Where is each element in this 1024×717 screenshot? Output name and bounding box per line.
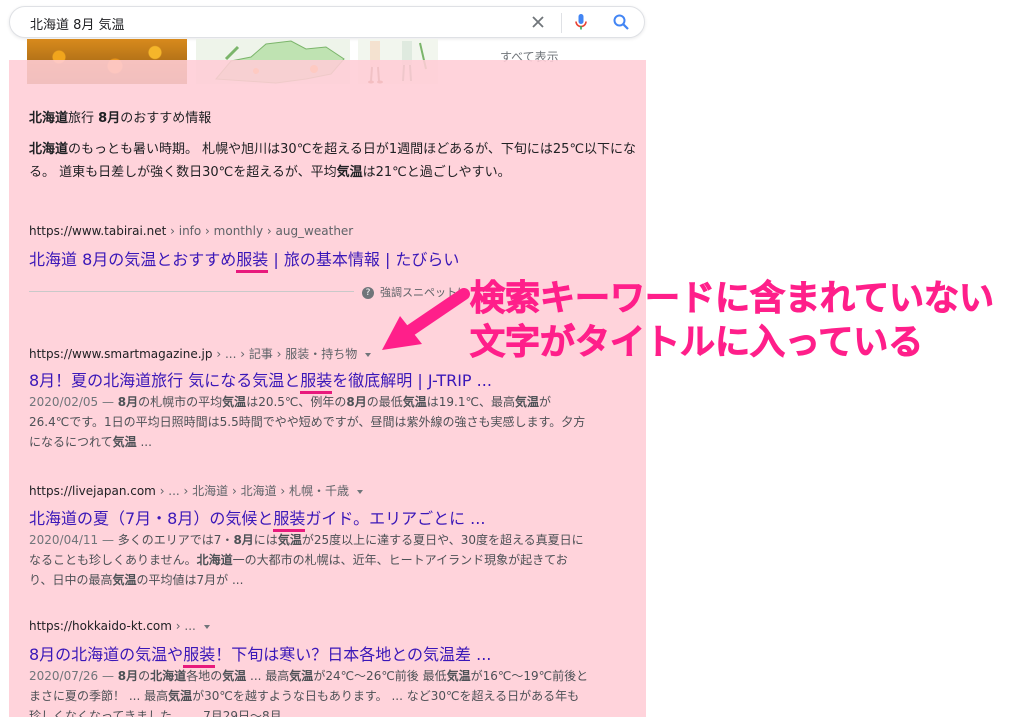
result-url[interactable]: https://hokkaido-kt.com › ... — [29, 619, 210, 633]
chevron-down-icon[interactable] — [357, 489, 364, 494]
search-icon[interactable] — [610, 11, 632, 33]
result-snippet: 2020/02/05 — 8月の札幌市の平均気温は20.5℃、例年の8月の最低気… — [29, 395, 586, 449]
arrow-icon — [382, 288, 470, 350]
featured-snippet-title-link[interactable]: 北海道 8月の気温とおすすめ服装 | 旅の基本情報 | たびらい — [29, 246, 459, 273]
search-results-page: 北海道 8月 気温 すべて表示 北海道旅行 8月のおすすめ情報 北海道のもっとも… — [0, 0, 1024, 717]
annotation-line-2: 文字がタイトルに入っている — [469, 323, 924, 364]
close-icon[interactable] — [527, 11, 549, 33]
section-divider — [29, 291, 354, 292]
chevron-down-icon[interactable] — [203, 624, 210, 629]
chevron-down-icon[interactable] — [365, 352, 372, 357]
result-title-link[interactable]: 北海道の夏（7月・8月）の気候と服装ガイド。エリアごとに ... — [29, 505, 485, 532]
microphone-icon[interactable] — [570, 11, 592, 33]
search-bar[interactable]: 北海道 8月 気温 — [9, 6, 645, 38]
result-url[interactable]: https://livejapan.com › ... › 北海道 › 北海道 … — [29, 482, 364, 499]
featured-snippet-body: 北海道のもっとも暑い時期。 札幌や旭川は30℃を超える日が1週間ほどあるが、下旬… — [29, 142, 637, 180]
result-snippet: 2020/07/26 — 8月の北海道各地の気温 ... 最高気温が24℃～26… — [29, 669, 589, 717]
featured-snippet-url[interactable]: https://www.tabirai.net › info › monthly… — [29, 224, 353, 238]
result-snippet: 2020/04/11 — 多くのエリアでは7・8月には気温が25度以上に達する夏… — [29, 533, 584, 587]
help-icon: ? — [362, 287, 374, 299]
result-title-link[interactable]: 8月！夏の北海道旅行 気になる気温と服装を徹底解明 | J-TRIP ... — [29, 367, 492, 394]
result-title-link[interactable]: 8月の北海道の気温や服装！下旬は寒い？日本各地との気温差 ... — [29, 641, 491, 668]
search-divider — [561, 13, 562, 33]
search-input[interactable]: 北海道 8月 気温 — [30, 14, 125, 33]
featured-snippet-heading: 北海道旅行 8月のおすすめ情報 — [29, 111, 212, 126]
result-url[interactable]: https://www.smartmagazine.jp › ... › 記事 … — [29, 345, 372, 362]
